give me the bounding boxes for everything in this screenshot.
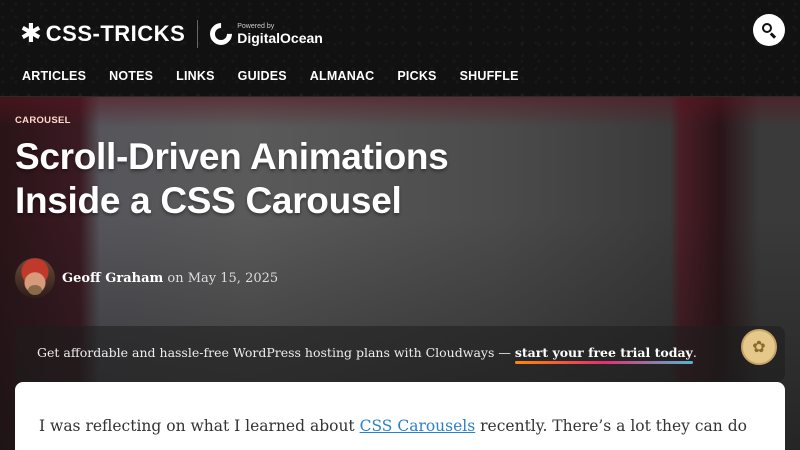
article-body: I was reflecting on what I learned about…: [15, 382, 785, 450]
nav-item-shuffle[interactable]: SHUFFLE: [460, 69, 519, 83]
logo-divider: [197, 20, 199, 48]
site-logo[interactable]: ✱ CSS-TRICKS Powered by DigitalOcean: [20, 18, 323, 50]
main-nav: ARTICLES NOTES LINKS GUIDES ALMANAC PICK…: [22, 69, 542, 83]
publish-date: May 15, 2025: [187, 270, 279, 286]
date-prefix: on: [163, 270, 188, 286]
logo-text: CSS-TRICKS: [45, 21, 186, 46]
title-line-1: Scroll-Driven Animations: [15, 136, 449, 177]
nav-item-notes[interactable]: NOTES: [109, 69, 153, 83]
logo-star-icon: ✱: [20, 19, 42, 49]
sponsor-banner: Get affordable and hassle-free WordPress…: [15, 326, 785, 382]
sponsor-name: DigitalOcean: [237, 30, 323, 46]
search-icon: [761, 22, 777, 39]
search-button[interactable]: [753, 14, 785, 46]
site-header: ✱ CSS-TRICKS Powered by DigitalOcean ART…: [0, 0, 800, 97]
author-link[interactable]: Geoff Graham: [62, 271, 163, 286]
byline: Geoff Graham on May 15, 2025: [15, 258, 278, 298]
page-title: Scroll-Driven Animations Inside a CSS Ca…: [15, 135, 535, 223]
article-intro: I was reflecting on what I learned about…: [39, 417, 747, 435]
author-avatar[interactable]: [15, 258, 55, 298]
sponsor-logo[interactable]: Powered by DigitalOcean: [205, 18, 323, 50]
nav-item-guides[interactable]: GUIDES: [238, 69, 287, 83]
nav-item-almanac[interactable]: ALMANAC: [310, 69, 375, 83]
nav-item-articles[interactable]: ARTICLES: [22, 69, 86, 83]
sponsor-banner-text: Get affordable and hassle-free WordPress…: [37, 345, 697, 360]
nav-item-links[interactable]: LINKS: [176, 69, 215, 83]
cookie-icon[interactable]: ✿: [741, 329, 777, 365]
sponsor-powered-by: Powered by: [237, 23, 275, 30]
digitalocean-icon: [205, 18, 237, 50]
nav-item-picks[interactable]: PICKS: [397, 69, 436, 83]
css-carousels-link[interactable]: CSS Carousels: [360, 417, 476, 435]
category-tag[interactable]: CAROUSEL: [15, 115, 71, 126]
free-trial-link[interactable]: start your free trial today: [515, 345, 693, 360]
title-line-2: Inside a CSS Carousel: [15, 180, 402, 221]
